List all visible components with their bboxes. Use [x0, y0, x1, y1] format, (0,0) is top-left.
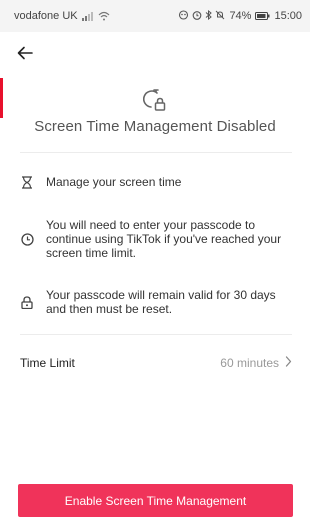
- status-time: 15:00: [274, 10, 302, 22]
- info-text: Manage your screen time: [46, 175, 182, 189]
- info-text: You will need to enter your passcode to …: [46, 218, 282, 260]
- page-title: Screen Time Management Disabled: [34, 118, 276, 135]
- back-button[interactable]: [10, 40, 40, 70]
- alarm-icon: [192, 10, 202, 23]
- divider: [20, 152, 292, 153]
- info-item-passcode: You will need to enter your passcode to …: [20, 218, 292, 260]
- hourglass-icon: [20, 175, 34, 189]
- status-bar: vodafone UK 74% 15:00: [0, 0, 310, 32]
- info-text: Your passcode will remain valid for 30 d…: [46, 288, 276, 316]
- divider: [20, 334, 292, 335]
- wifi-icon: [98, 11, 110, 21]
- info-item-manage: Manage your screen time: [20, 175, 292, 189]
- battery-icon: [255, 12, 270, 20]
- info-item-validity: Your passcode will remain valid for 30 d…: [20, 288, 292, 316]
- time-limit-value: 60 minutes: [220, 356, 279, 370]
- lock-icon: [20, 295, 34, 309]
- timer-lock-icon: [142, 88, 169, 114]
- mute-icon: [215, 10, 225, 23]
- carrier-label: vodafone UK: [14, 10, 78, 22]
- time-limit-row[interactable]: Time Limit 60 minutes: [20, 352, 292, 374]
- time-limit-value-group: 60 minutes: [220, 354, 292, 372]
- status-icons: [178, 9, 225, 23]
- edge-marker: [0, 78, 3, 118]
- time-limit-label: Time Limit: [20, 356, 75, 370]
- chevron-right-icon: [285, 354, 292, 372]
- battery-percent: 74%: [229, 10, 252, 22]
- enable-screen-time-button[interactable]: Enable Screen Time Management: [18, 484, 293, 517]
- status-right: 74% 15:00: [178, 9, 302, 23]
- notification-icon: [178, 9, 189, 23]
- status-left: vodafone UK: [14, 10, 110, 22]
- signal-icon: [81, 11, 94, 21]
- clock-icon: [20, 232, 34, 246]
- bluetooth-icon: [205, 9, 213, 23]
- arrow-left-icon: [17, 46, 33, 65]
